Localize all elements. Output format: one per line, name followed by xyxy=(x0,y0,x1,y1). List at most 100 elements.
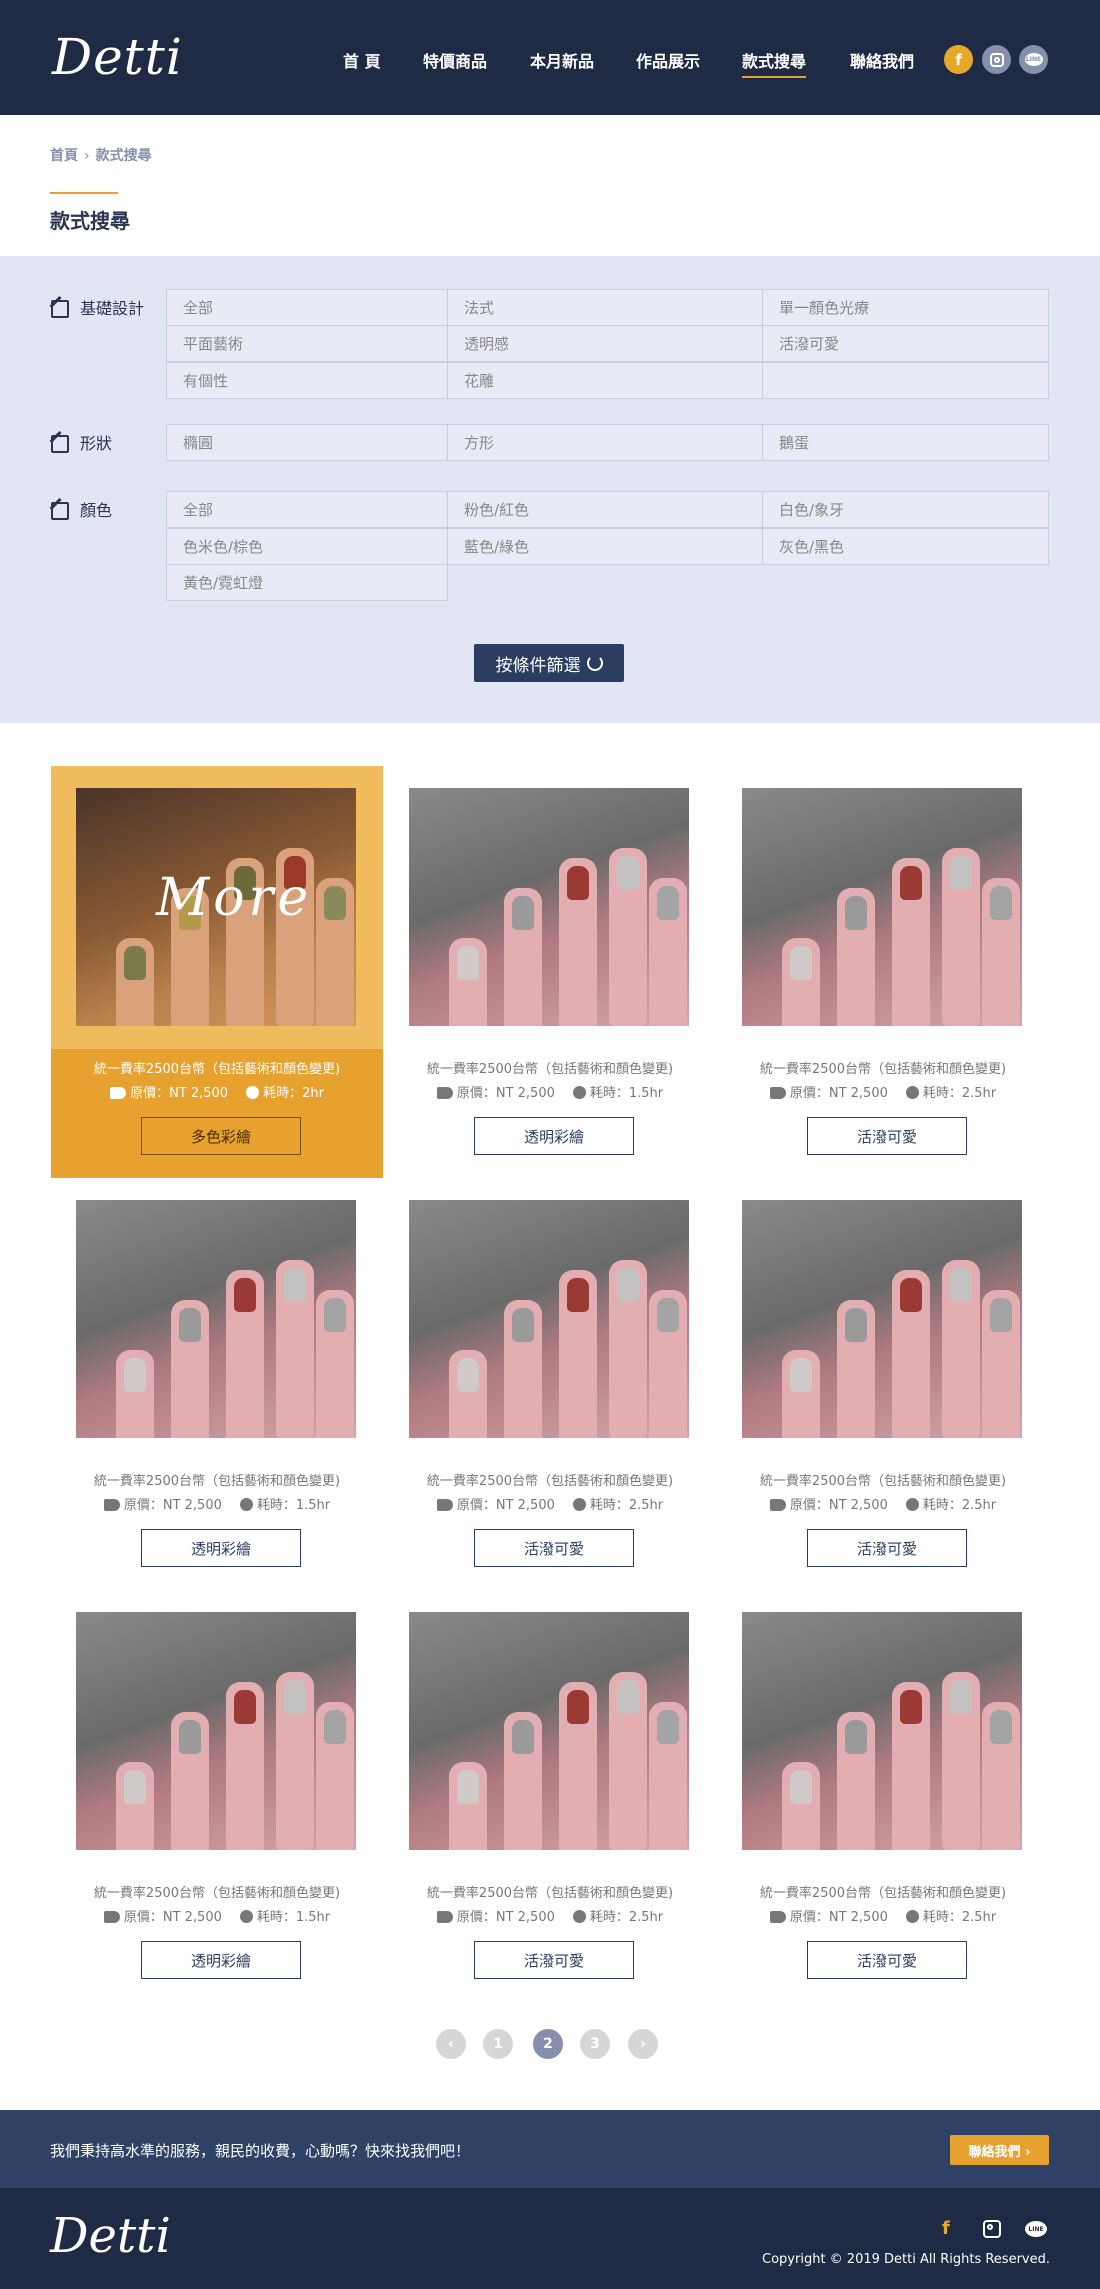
nav-portfolio[interactable]: 作品展示 xyxy=(636,48,700,72)
nav-new-arrivals[interactable]: 本月新品 xyxy=(530,48,594,72)
pagination-page-1[interactable]: 1 xyxy=(483,2029,513,2059)
clock-icon xyxy=(239,1498,253,1511)
clock-icon xyxy=(239,1910,253,1923)
filter-option-color-gray-black[interactable]: 灰色/黑色 xyxy=(762,528,1049,565)
filter-option-design-edgy[interactable]: 有個性 xyxy=(166,362,448,399)
product-card[interactable]: 統一費率2500台幣（包括藝術和顏色變更) 原價：NT 2,500 耗時：2.5hr… xyxy=(717,766,1049,1178)
product-style-button[interactable]: 透明彩繪 xyxy=(474,1117,634,1155)
product-description: 統一費率2500台幣（包括藝術和顏色變更) xyxy=(93,1474,341,1489)
footer-facebook-icon[interactable]: f xyxy=(942,2218,950,2239)
cta-contact-button[interactable]: 聯絡我們 › xyxy=(950,2135,1049,2165)
filter-option-color-pink-red[interactable]: 粉色/紅色 xyxy=(447,491,763,528)
product-card[interactable]: 統一費率2500台幣（包括藝術和顏色變更) 原價：NT 2,500 耗時：2.5hr… xyxy=(384,1178,716,1590)
filter-option-color-white-ivory[interactable]: 白色/象牙 xyxy=(762,491,1049,528)
filter-option-design-sheer[interactable]: 透明感 xyxy=(447,325,763,362)
product-photo[interactable] xyxy=(76,1612,356,1850)
product-card[interactable]: 統一費率2500台幣（包括藝術和顏色變更) 原價：NT 2,500 耗時：1.5hr… xyxy=(384,766,716,1178)
footer-logo[interactable]: Detti xyxy=(50,2208,171,2264)
product-meta: 原價：NT 2,500 耗時：1.5hr xyxy=(384,1082,716,1101)
filter-option-design-solid-gel[interactable]: 單一顏色光療 xyxy=(762,289,1049,326)
product-meta: 原價：NT 2,500 耗時：2hr xyxy=(51,1082,383,1101)
product-meta: 原價：NT 2,500 耗時：2.5hr xyxy=(384,1494,716,1513)
product-card[interactable]: 統一費率2500台幣（包括藝術和顏色變更) 原價：NT 2,500 耗時：2.5hr… xyxy=(384,1590,716,2002)
nav-style-search[interactable]: 款式搜尋 xyxy=(742,48,807,78)
nav-specials[interactable]: 特價商品 xyxy=(423,48,487,72)
copyright-text: Copyright © 2019 Detti All Rights Reserv… xyxy=(762,2252,1050,2267)
product-price: 原價：NT 2,500 xyxy=(123,1498,222,1513)
filter-option-design-all[interactable]: 全部 xyxy=(166,289,448,326)
product-style-button[interactable]: 透明彩繪 xyxy=(141,1529,301,1567)
nail-shape xyxy=(617,1268,639,1302)
nail-shape xyxy=(179,1720,201,1754)
product-time: 耗時：2.5hr xyxy=(922,1910,997,1925)
product-photo[interactable] xyxy=(76,1200,356,1438)
product-style-button[interactable]: 活潑可愛 xyxy=(474,1529,634,1567)
product-price: 原價：NT 2,500 xyxy=(456,1498,555,1513)
nail-shape xyxy=(657,1298,679,1332)
filter-submit-button[interactable]: 按條件篩選 xyxy=(474,644,624,682)
filter-option-design-cute[interactable]: 活潑可愛 xyxy=(762,325,1049,362)
filter-option-color-yellow-neon[interactable]: 黃色/霓虹燈 xyxy=(166,564,448,601)
nail-shape xyxy=(124,1358,146,1392)
more-overlay-text: More xyxy=(156,868,313,928)
product-style-button[interactable]: 活潑可愛 xyxy=(474,1941,634,1979)
filter-option-color-all[interactable]: 全部 xyxy=(166,491,448,528)
nail-shape xyxy=(567,866,589,900)
breadcrumb-home[interactable]: 首頁 xyxy=(50,148,78,164)
product-photo[interactable]: More xyxy=(76,788,356,1026)
facebook-icon[interactable]: f xyxy=(944,45,973,74)
product-card[interactable]: 統一費率2500台幣（包括藝術和顏色變更) 原價：NT 2,500 耗時：1.5hr… xyxy=(51,1178,383,1590)
product-photo[interactable] xyxy=(409,1200,689,1438)
nail-shape xyxy=(567,1278,589,1312)
filter-option-color-blue-green[interactable]: 藍色/綠色 xyxy=(447,528,763,565)
filter-option-shape-egg[interactable]: 鵝蛋 xyxy=(762,424,1049,461)
product-photo[interactable] xyxy=(409,1612,689,1850)
nail-shape xyxy=(900,866,922,900)
product-style-button[interactable]: 活潑可愛 xyxy=(807,1529,967,1567)
nail-shape xyxy=(512,896,534,930)
product-card[interactable]: 統一費率2500台幣（包括藝術和顏色變更) 原價：NT 2,500 耗時：2.5hr… xyxy=(717,1178,1049,1590)
product-style-button[interactable]: 活潑可愛 xyxy=(807,1941,967,1979)
product-photo[interactable] xyxy=(742,1200,1022,1438)
nav-contact[interactable]: 聯絡我們 xyxy=(850,48,914,72)
line-icon[interactable]: LINE xyxy=(1019,45,1048,74)
pagination-prev[interactable]: ‹ xyxy=(436,2029,466,2059)
site-logo[interactable]: Detti xyxy=(52,28,183,86)
nail-shape xyxy=(617,1680,639,1714)
product-card[interactable]: 統一費率2500台幣（包括藝術和顏色變更) 原價：NT 2,500 耗時：2.5hr… xyxy=(717,1590,1049,2002)
product-style-button[interactable]: 透明彩繪 xyxy=(141,1941,301,1979)
nail-shape xyxy=(512,1308,534,1342)
pagination-page-3[interactable]: 3 xyxy=(580,2029,610,2059)
product-photo[interactable] xyxy=(742,788,1022,1026)
nail-shape xyxy=(845,1720,867,1754)
product-style-button[interactable]: 活潑可愛 xyxy=(807,1117,967,1155)
filter-option-shape-oval[interactable]: 橢圓 xyxy=(166,424,448,461)
footer-instagram-icon[interactable] xyxy=(983,2220,1001,2238)
filter-option-design-carved[interactable]: 花雕 xyxy=(447,362,763,399)
nail-shape xyxy=(657,1710,679,1744)
filter-option-shape-square[interactable]: 方形 xyxy=(447,424,763,461)
filter-option-design-french[interactable]: 法式 xyxy=(447,289,763,326)
product-price: 原價：NT 2,500 xyxy=(789,1910,888,1925)
product-meta: 原價：NT 2,500 耗時：2.5hr xyxy=(717,1082,1049,1101)
price-tag-icon xyxy=(110,1087,127,1099)
pagination-page-2[interactable]: 2 xyxy=(533,2029,563,2059)
footer-line-icon[interactable]: LINE xyxy=(1025,2221,1047,2237)
product-card[interactable]: More 統一費率2500台幣（包括藝術和顏色變更) 原價：NT 2,500 耗時：2… xyxy=(51,766,383,1178)
product-description: 統一費率2500台幣（包括藝術和顏色變更) xyxy=(759,1474,1007,1489)
instagram-icon[interactable] xyxy=(982,45,1011,74)
nav-home[interactable]: 首 頁 xyxy=(343,48,381,72)
nail-shape xyxy=(900,1690,922,1724)
product-style-button[interactable]: 多色彩繪 xyxy=(141,1117,301,1155)
nail-shape xyxy=(950,1268,972,1302)
filter-label-design: 基礎設計 xyxy=(50,295,144,319)
filter-option-design-flat-art[interactable]: 平面藝術 xyxy=(166,325,448,362)
product-photo[interactable] xyxy=(742,1612,1022,1850)
nail-shape xyxy=(512,1720,534,1754)
clock-icon xyxy=(572,1086,586,1099)
product-price: 原價：NT 2,500 xyxy=(456,1086,555,1101)
product-card[interactable]: 統一費率2500台幣（包括藝術和顏色變更) 原價：NT 2,500 耗時：1.5hr… xyxy=(51,1590,383,2002)
filter-option-color-beige-brown[interactable]: 色米色/棕色 xyxy=(166,528,448,565)
pagination-next[interactable]: › xyxy=(628,2029,658,2059)
product-photo[interactable] xyxy=(409,788,689,1026)
